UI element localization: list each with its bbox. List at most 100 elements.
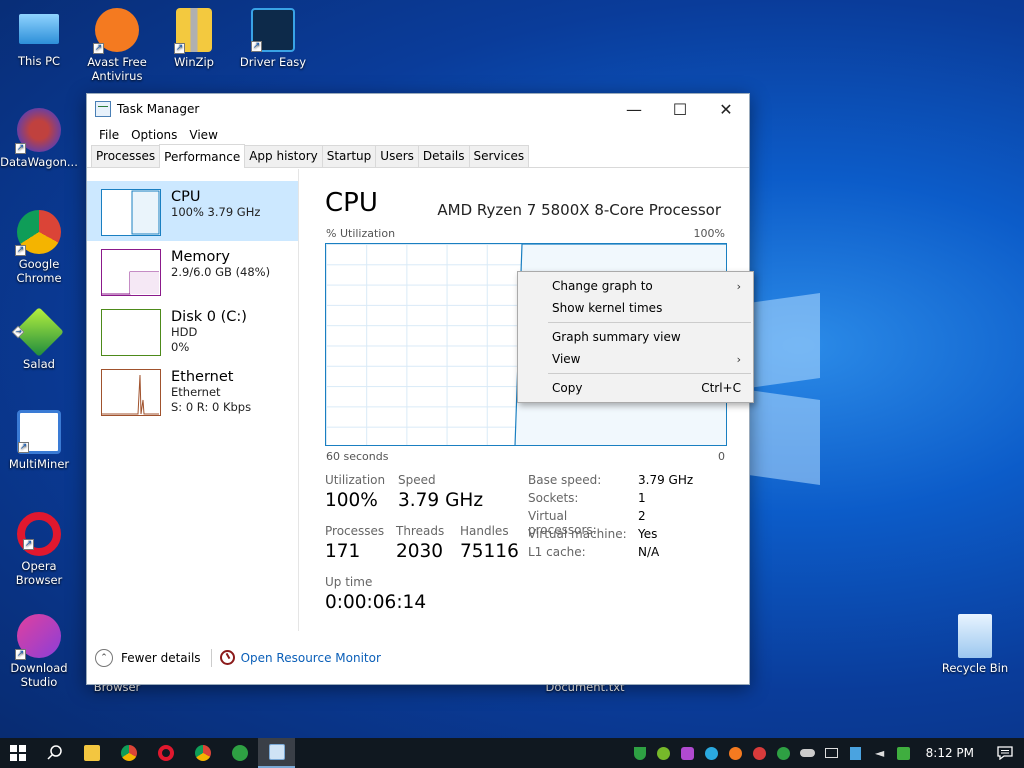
tab-performance[interactable]: Performance <box>159 144 246 168</box>
stat-speed: Speed 3.79 GHz <box>398 473 484 511</box>
opera-icon <box>157 745 174 761</box>
taskbar-task-manager[interactable] <box>258 738 295 768</box>
footer-divider <box>210 648 212 667</box>
stat-uptime: Up time 0:00:06:14 <box>325 575 427 613</box>
sidebar-ethernet-name: Ethernet <box>171 385 221 399</box>
taskbar-app[interactable] <box>221 738 258 768</box>
sidebar-item-cpu[interactable]: CPU 100% 3.79 GHz <box>87 181 298 241</box>
menu-separator <box>548 322 751 323</box>
performance-sidebar: CPU 100% 3.79 GHz Memory 2.9/6.0 GB (48%… <box>87 169 299 631</box>
menu-item-show-kernel-times[interactable]: Show kernel times <box>518 297 753 319</box>
minimize-button[interactable]: — <box>611 94 657 124</box>
tray-app-icon[interactable] <box>700 738 724 768</box>
desktop-icon-driver-easy[interactable]: ↗ Driver Easy <box>234 8 312 69</box>
menu-view[interactable]: View <box>183 128 223 142</box>
tab-app-history[interactable]: App history <box>244 145 323 167</box>
folder-icon <box>83 745 100 761</box>
tab-details[interactable]: Details <box>417 145 470 167</box>
chevron-right-icon: › <box>736 352 741 366</box>
tray-avast-icon[interactable] <box>724 738 748 768</box>
tray-app-icon[interactable] <box>844 738 868 768</box>
sidebar-cpu-detail: 100% 3.79 GHz <box>171 205 261 219</box>
tray-cloud-icon[interactable] <box>796 738 820 768</box>
fewer-details-button[interactable]: Fewer details <box>121 651 201 665</box>
taskbar-chrome[interactable] <box>110 738 147 768</box>
desktop-icon-multiminer[interactable]: ↗ MultiMiner <box>0 410 78 471</box>
spec-row: Virtual processors: 2 <box>528 509 646 537</box>
disk-mini-graph <box>101 309 161 356</box>
title-bar[interactable]: Task Manager — ☐ ✕ <box>87 94 749 124</box>
sidebar-item-disk[interactable]: Disk 0 (C:) HDD 0% <box>87 301 298 361</box>
tray-shield-icon[interactable] <box>628 738 652 768</box>
graph-time-left: 60 seconds <box>326 450 389 463</box>
avast-icon: ↗ <box>93 8 139 54</box>
desktop-icon-download-studio[interactable]: ↗ Download Studio <box>0 614 78 689</box>
open-resource-monitor-link[interactable]: Open Resource Monitor <box>241 651 381 665</box>
cpu-mini-graph <box>101 189 161 236</box>
desktop-icon-google-chrome[interactable]: ↗ Google Chrome <box>0 210 78 285</box>
graph-context-menu: Change graph to › Show kernel times Graph… <box>517 271 754 403</box>
salad-icon: ↗ <box>11 307 64 357</box>
desktop-icon-datawagon[interactable]: ↗ DataWagon... <box>0 108 78 169</box>
taskbar-clock[interactable]: 8:12 PM <box>916 746 986 760</box>
tray-volume-muted-icon[interactable]: ◄ <box>868 738 892 768</box>
spec-row: Base speed: 3.79 GHz <box>528 473 694 487</box>
tab-users[interactable]: Users <box>375 145 419 167</box>
taskbar-chrome-2[interactable] <box>184 738 221 768</box>
sidebar-disk-title: Disk 0 (C:) <box>171 309 247 325</box>
start-button[interactable] <box>0 738 36 768</box>
stat-utilization: Utilization 100% <box>325 473 386 511</box>
maximize-button[interactable]: ☐ <box>657 94 703 124</box>
menu-options[interactable]: Options <box>125 128 183 142</box>
sidebar-ethernet-title: Ethernet <box>171 369 234 385</box>
datawagon-icon: ↗ <box>15 108 61 154</box>
copy-shortcut: Ctrl+C <box>701 381 741 395</box>
menu-item-copy[interactable]: Copy Ctrl+C <box>518 377 753 399</box>
desktop-icon-recycle-bin[interactable]: Recycle Bin <box>936 614 1014 675</box>
tray-utorrent-icon[interactable] <box>652 738 676 768</box>
chrome-icon: ↗ <box>15 210 61 256</box>
task-manager-icon <box>268 744 285 760</box>
opera-icon: ↗ <box>17 512 61 556</box>
menu-bar: File Options View <box>87 124 749 146</box>
tray-network-icon[interactable] <box>820 738 844 768</box>
app-icon <box>231 745 248 761</box>
cpu-heading: CPU <box>325 188 378 218</box>
tray-media-icon[interactable] <box>676 738 700 768</box>
tab-services[interactable]: Services <box>468 145 530 167</box>
sidebar-item-ethernet[interactable]: Ethernet Ethernet S: 0 R: 0 Kbps <box>87 361 298 421</box>
tab-processes[interactable]: Processes <box>91 145 161 167</box>
chrome-icon <box>120 745 137 761</box>
desktop-icon-this-pc[interactable]: This PC <box>0 8 78 68</box>
menu-item-view[interactable]: View › <box>518 348 753 370</box>
menu-item-change-graph[interactable]: Change graph to › <box>518 275 753 297</box>
sidebar-item-memory[interactable]: Memory 2.9/6.0 GB (48%) <box>87 241 298 301</box>
menu-file[interactable]: File <box>93 128 125 142</box>
desktop-icon-opera[interactable]: ↗ Opera Browser <box>0 512 78 587</box>
stat-threads: Threads 2030 <box>396 524 445 562</box>
tray-app-icon[interactable] <box>892 738 916 768</box>
tray-app-icon[interactable] <box>772 738 796 768</box>
taskbar-file-explorer[interactable] <box>73 738 110 768</box>
tab-startup[interactable]: Startup <box>321 145 377 167</box>
spec-row: Virtual machine: Yes <box>528 527 658 541</box>
windows-start-icon <box>10 745 26 761</box>
desktop-icon-winzip[interactable]: ↗ WinZip <box>155 8 233 69</box>
chevron-up-icon[interactable]: ⌃ <box>95 648 113 667</box>
menu-item-graph-summary-view[interactable]: Graph summary view <box>518 326 753 348</box>
close-button[interactable]: ✕ <box>703 94 749 124</box>
sidebar-disk-type: HDD <box>171 325 198 339</box>
menu-separator <box>548 373 751 374</box>
resource-monitor-icon <box>219 650 235 665</box>
taskbar-opera[interactable] <box>147 738 184 768</box>
computer-icon <box>19 14 59 44</box>
tray-app-icon[interactable] <box>748 738 772 768</box>
desktop-icon-salad[interactable]: ↗ Salad <box>0 307 78 371</box>
action-center-button[interactable] <box>986 738 1024 768</box>
driver-easy-icon: ↗ <box>251 8 295 52</box>
tab-strip: Processes Performance App history Startu… <box>87 144 749 168</box>
search-button[interactable] <box>36 738 73 768</box>
desktop-icon-avast[interactable]: ↗ Avast Free Antivirus <box>78 8 156 83</box>
utilization-axis-max: 100% <box>693 227 725 240</box>
cpu-spec-list: Base speed: 3.79 GHz Sockets: 1 Virtual pr… <box>528 473 693 563</box>
